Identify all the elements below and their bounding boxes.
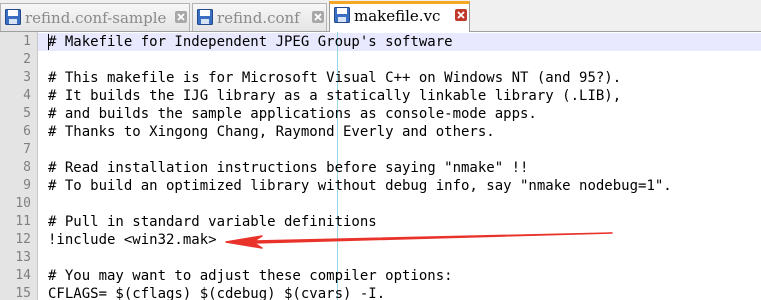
- code-line[interactable]: # Makefile for Independent JPEG Group's …: [48, 33, 453, 51]
- close-icon[interactable]: [175, 11, 187, 23]
- line-number: 5: [23, 106, 31, 121]
- line-number: 6: [23, 124, 31, 139]
- code-editor[interactable]: 1 2 3 4 5 6 7 8 9 10 11 12 13 14 15 # Ma…: [0, 32, 761, 300]
- line-number: 4: [23, 88, 31, 103]
- code-line[interactable]: # Pull in standard variable definitions: [48, 213, 377, 231]
- text-caret: [48, 34, 49, 50]
- editor-window: refind.conf-sample refind.conf makefile.…: [0, 0, 761, 300]
- tab-refind-conf[interactable]: refind.conf: [192, 3, 327, 31]
- line-number: 7: [23, 142, 31, 157]
- save-icon: [334, 7, 350, 23]
- line-number: 3: [23, 70, 31, 85]
- code-line[interactable]: # Thanks to Xingong Chang, Raymond Everl…: [48, 123, 495, 141]
- line-number: 1: [23, 34, 31, 49]
- tab-makefile-vc[interactable]: makefile.vc: [329, 1, 470, 32]
- line-number: 11: [15, 214, 31, 229]
- code-line[interactable]: # You may want to adjust these compiler …: [48, 267, 453, 285]
- code-line[interactable]: # Read installation instructions before …: [48, 159, 528, 177]
- code-line[interactable]: CFLAGS= $(cflags) $(cdebug) $(cvars) -I.: [48, 285, 385, 300]
- tab-label: makefile.vc: [354, 7, 441, 25]
- tab-label: refind.conf-sample: [25, 9, 167, 27]
- code-line[interactable]: # This makefile is for Microsoft Visual …: [48, 69, 621, 87]
- close-icon[interactable]: [312, 11, 324, 23]
- line-number: 9: [23, 178, 31, 193]
- line-number: 10: [15, 196, 31, 211]
- tab-bar: refind.conf-sample refind.conf makefile.…: [0, 0, 761, 32]
- line-number-gutter[interactable]: 1 2 3 4 5 6 7 8 9 10 11 12 13 14 15: [0, 32, 38, 300]
- tab-label: refind.conf: [217, 9, 300, 27]
- tab-refind-conf-sample[interactable]: refind.conf-sample: [0, 3, 190, 31]
- save-icon: [197, 9, 213, 25]
- line-number: 14: [15, 268, 31, 283]
- save-icon: [5, 9, 21, 25]
- code-line[interactable]: # It builds the IJG library as a statica…: [48, 87, 621, 105]
- close-icon[interactable]: [455, 9, 467, 21]
- line-number: 15: [15, 286, 31, 300]
- line-number: 13: [15, 250, 31, 265]
- line-number: 8: [23, 160, 31, 175]
- code-line[interactable]: # To build an optimized library without …: [48, 177, 672, 195]
- line-number: 2: [23, 52, 31, 67]
- code-line[interactable]: # and builds the sample applications as …: [48, 105, 537, 123]
- code-line[interactable]: !include <win32.mak>: [48, 231, 217, 249]
- line-number: 12: [15, 232, 31, 247]
